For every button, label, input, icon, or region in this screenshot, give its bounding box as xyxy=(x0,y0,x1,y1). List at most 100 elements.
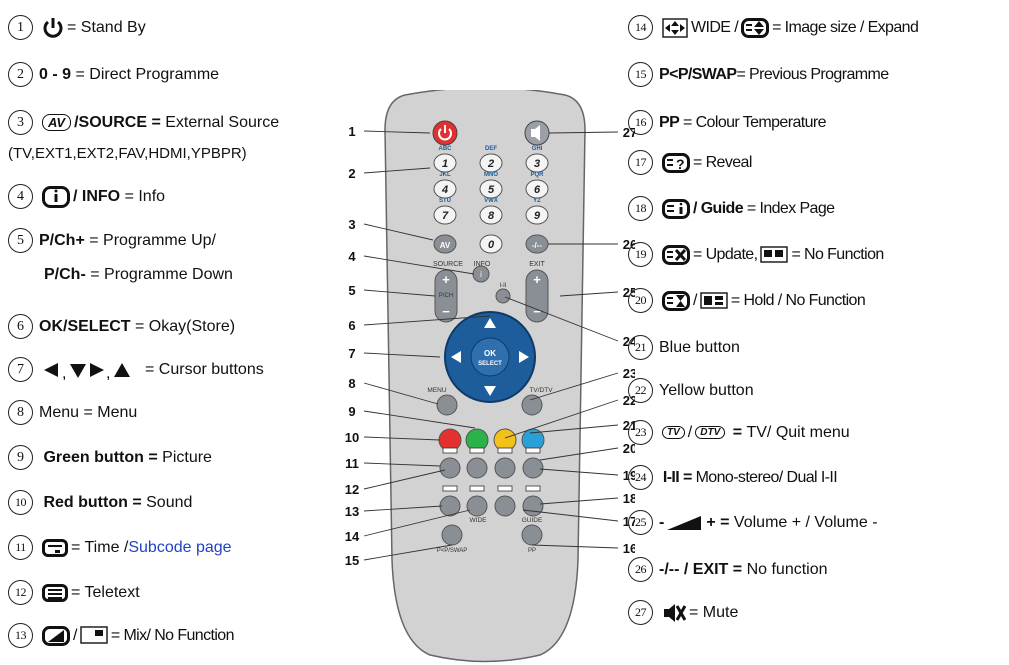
legend-label: = Direct Programme xyxy=(75,65,220,83)
vol-plus: + xyxy=(533,272,541,287)
reveal-icon: ? xyxy=(662,152,690,173)
pch-minus: − xyxy=(442,304,450,319)
legend-label: Yellow button xyxy=(659,381,754,399)
callout-number: 13 xyxy=(345,504,359,519)
mix-icon xyxy=(42,625,70,646)
legend-item-10: 10 Red button = Sound xyxy=(8,490,192,515)
callout-number: 9 xyxy=(8,445,33,470)
callout-number: 4 xyxy=(348,249,356,264)
callout-number: 12 xyxy=(345,482,359,497)
callout-number: 6 xyxy=(8,314,33,339)
callout-number: 14 xyxy=(345,529,360,544)
callout-number: 7 xyxy=(8,357,33,382)
teletext-button-row1-button[interactable] xyxy=(439,457,461,479)
callout-number: 22 xyxy=(628,378,653,403)
callout-number: 9 xyxy=(348,404,355,419)
teletext-key-glyph xyxy=(525,447,541,454)
legend-label: Picture xyxy=(162,448,212,466)
digit-label: 9 xyxy=(534,210,541,222)
legend-item-27: 27 = Mute xyxy=(628,600,738,625)
pch-plus: + xyxy=(442,272,450,287)
legend-label: = Info xyxy=(124,187,166,205)
teletext-button-row1-button[interactable] xyxy=(466,457,488,479)
legend-key: 0 - 9 xyxy=(39,65,72,83)
digit-letters: YZ xyxy=(533,198,541,204)
dtv-icon: DTV xyxy=(695,426,726,439)
legend-item-19: 19 = Update, = No Function xyxy=(628,242,884,267)
legend-label: No function xyxy=(746,560,828,578)
teletext-button-row2-button[interactable] xyxy=(494,495,516,517)
legend-label: = Teletext xyxy=(71,583,140,601)
callout-number: 17 xyxy=(628,150,653,175)
legend-label: = Reveal xyxy=(693,153,752,171)
legend-item-8: 8 Menu = Menu xyxy=(8,400,137,425)
callout-number: 24 xyxy=(628,465,653,490)
digit-label: 2 xyxy=(487,158,494,170)
guide-label: GUIDE xyxy=(522,517,543,524)
callout-number: 26 xyxy=(628,557,653,582)
callout-number: 15 xyxy=(345,553,359,568)
exit-label: EXIT xyxy=(529,261,545,268)
svg-text:?: ? xyxy=(676,156,684,172)
legend-label: = Stand By xyxy=(67,18,146,36)
menu-button xyxy=(436,394,458,416)
legend-label: = Index Page xyxy=(746,199,835,217)
remote-control-diagram: ABC1DEF2GHI3JKL4MNO5PQR6STU7VWX8YZ90 AV … xyxy=(345,90,635,663)
legend-item-26: 26 -/-- / EXIT = No function xyxy=(628,557,828,582)
teletext-key-glyph xyxy=(469,485,485,492)
legend-label: Volume + / Volume - xyxy=(733,513,878,531)
callout-number: 27 xyxy=(628,600,653,625)
update-icon xyxy=(662,244,690,265)
legend-label: = No Function xyxy=(791,245,884,263)
callout-number: 23 xyxy=(628,420,653,445)
teletext-key-glyph xyxy=(497,485,513,492)
digit-letters: PQR xyxy=(530,172,544,178)
split-screen-icon xyxy=(700,291,728,309)
callout-number: 3 xyxy=(348,217,355,232)
legend-key: / Guide xyxy=(693,199,744,217)
legend-key-a: - xyxy=(659,513,665,531)
teletext-button-row2-button[interactable] xyxy=(522,495,544,517)
legend-sublabel: (TV,EXT1,EXT2,FAV,HDMI,YPBPR) xyxy=(8,145,247,162)
digit-label: 8 xyxy=(488,210,495,222)
callout-number: 4 xyxy=(8,184,33,209)
teletext-key-glyph xyxy=(469,447,485,454)
teletext-button-row1-button[interactable] xyxy=(494,457,516,479)
digit-label: 5 xyxy=(488,184,495,196)
callout-number: 16 xyxy=(623,541,635,556)
legend-label-link: Subcode page xyxy=(128,538,232,556)
legend-key: = xyxy=(732,423,743,441)
tvdtv-button xyxy=(521,394,543,416)
teletext-button-row1-button[interactable] xyxy=(522,457,544,479)
index-icon xyxy=(662,198,690,219)
legend-item-11: 11 = Time / Subcode page xyxy=(8,535,232,560)
callout-number: 16 xyxy=(628,110,653,135)
legend-label: = Time / xyxy=(71,538,129,556)
legend-item-3-sub: (TV,EXT1,EXT2,FAV,HDMI,YPBPR) xyxy=(8,145,247,162)
legend-key: + = xyxy=(706,513,730,531)
legend-label: Blue button xyxy=(659,338,740,356)
source-label: SOURCE xyxy=(433,261,463,268)
legend-label: = Hold / No Function xyxy=(730,291,866,309)
digit-label: 6 xyxy=(534,184,541,196)
callout-number: 19 xyxy=(628,242,653,267)
digit-letters: MNO xyxy=(484,172,498,178)
legend-key: -/-- / EXIT = xyxy=(659,560,743,578)
legend-key: /SOURCE = xyxy=(74,113,161,131)
legend-item-21: 21 Blue button xyxy=(628,335,740,360)
legend-item-18: 18 / Guide = Index Page xyxy=(628,196,835,221)
legend-key: / INFO xyxy=(73,187,121,205)
digit-letters: STU xyxy=(439,198,451,204)
legend-item-25: 25 - + = Volume + / Volume - xyxy=(628,510,878,535)
legend-item-17: 17 ? = Reveal xyxy=(628,150,752,175)
teletext-button-row2-button[interactable] xyxy=(466,495,488,517)
digit-letters: GHI xyxy=(532,146,543,152)
wide-icon xyxy=(662,17,688,38)
no-function-box-icon xyxy=(80,625,108,644)
teletext-key-glyph xyxy=(442,447,458,454)
legend-item-4: 4 / INFO = Info xyxy=(8,184,165,209)
pp-button xyxy=(521,524,543,546)
volume-wedge-icon xyxy=(667,515,702,530)
teletext-key-glyph xyxy=(525,485,541,492)
menu-label: MENU xyxy=(427,387,446,394)
